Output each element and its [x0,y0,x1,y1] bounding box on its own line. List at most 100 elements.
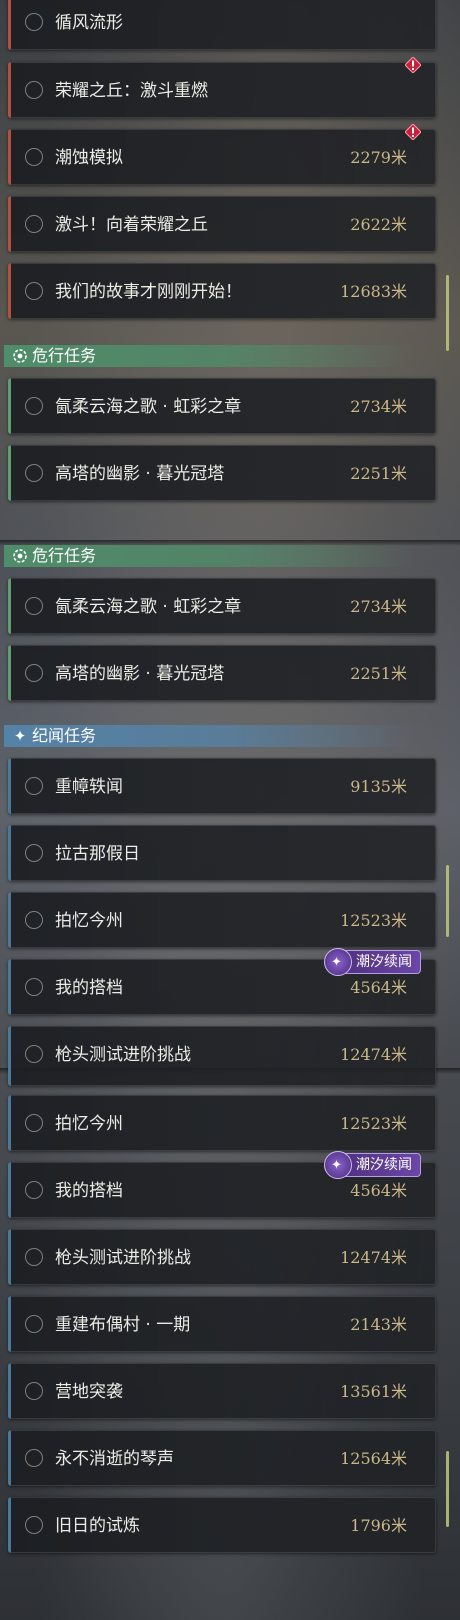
quest-distance: 4564米 [350,978,407,997]
quest-name: 拉古那假日 [55,1068,140,1087]
quest-panel-2: 危行任务 氤柔云海之歌 · 虹彩之章 2734米 高塔的幽影 · 暮光冠塔 22… [0,540,460,1068]
quest-name: 我的搭档 [55,1181,123,1201]
scrollbar-thumb[interactable] [446,1451,449,1527]
quest-item[interactable]: 重建布偶村 · 一期 2143米 [8,1296,436,1352]
quest-item[interactable]: 潮汐续闻 我的搭档 4564米 [8,1151,436,1218]
quest-name: 永不消逝的琴声 [55,1449,174,1469]
quest-distance: 12683米 [340,282,407,301]
quest-distance: 12474米 [340,1248,407,1267]
eye-gear-icon [11,547,29,565]
quest-item[interactable]: 枪头测试进阶挑战 12474米 [8,1026,436,1068]
quest-item[interactable]: 拉古那假日 [8,825,436,881]
quest-name: 枪头测试进阶挑战 [55,1248,191,1268]
track-radio[interactable] [25,664,43,682]
quest-item[interactable]: 荣耀之丘：激斗重燃 [8,57,436,118]
quest-name: 重建布偶村 · 一期 [55,1315,191,1335]
quest-distance: 9135米 [350,777,407,796]
quest-item[interactable]: 拍忆今州 12523米 [8,1095,436,1151]
quest-item[interactable]: 重幛轶闻 9135米 [8,758,436,814]
tidal-sparkle-icon [324,1151,352,1179]
quest-item[interactable]: 拉古那假日 [8,1068,436,1086]
quest-item[interactable]: 潮汐续闻 我的搭档 4564米 [8,948,436,1015]
track-radio[interactable] [25,464,43,482]
quest-item[interactable]: 枪头测试进阶挑战 12474米 [8,1229,436,1285]
quest-distance: 12523米 [340,911,407,930]
quest-distance: 12474米 [340,1045,407,1064]
quest-item[interactable]: 氤柔云海之歌 · 虹彩之章 2734米 [8,378,436,434]
track-radio[interactable] [25,1181,43,1199]
danger-quest-header: 危行任务 [4,545,414,567]
quest-name: 拍忆今州 [55,911,123,931]
quest-name: 激斗！向着荣耀之丘 [55,215,208,235]
quest-distance: 2734米 [350,397,407,416]
chronicle-quest-header: ✦ 纪闻任务 [4,725,414,747]
track-radio[interactable] [25,282,43,300]
track-radio[interactable] [25,1449,43,1467]
track-radio[interactable] [25,1114,43,1132]
quest-item[interactable]: 氤柔云海之歌 · 虹彩之章 2734米 [8,578,436,634]
track-radio[interactable] [25,1382,43,1400]
quest-distance: 12564米 [340,1449,407,1468]
track-radio[interactable] [25,397,43,415]
track-radio[interactable] [25,1045,43,1063]
quest-name: 我们的故事才刚刚开始！ [55,282,242,302]
quest-distance: 4564米 [350,1181,407,1200]
scrollbar-thumb[interactable] [446,275,449,351]
quest-item[interactable]: 永不消逝的琴声 12564米 [8,1430,436,1486]
quest-distance: 13561米 [340,1382,407,1401]
track-radio[interactable] [25,81,43,99]
quest-name: 拉古那假日 [55,844,140,864]
quest-name: 潮蚀模拟 [55,148,123,168]
quest-panel-1: 循风流形 荣耀之丘：激斗重燃 潮蚀模拟 2279米 激斗！向着荣耀之丘 2622… [0,0,460,540]
quest-item[interactable]: 我们的故事才刚刚开始！ 12683米 [8,263,436,319]
quest-name: 旧日的试炼 [55,1516,140,1536]
quest-item[interactable]: 高塔的幽影 · 暮光冠塔 2251米 [8,445,436,501]
header-label: 纪闻任务 [32,726,97,745]
red-diamond-alert-icon [405,124,421,140]
quest-item[interactable]: 激斗！向着荣耀之丘 2622米 [8,196,436,252]
quest-name: 循风流形 [55,13,123,33]
quest-distance: 2622米 [350,215,407,234]
quest-item[interactable]: 高塔的幽影 · 暮光冠塔 2251米 [8,645,436,701]
quest-name: 重幛轶闻 [55,777,123,797]
header-label: 危行任务 [32,546,97,565]
quest-item[interactable]: 旧日的试炼 1796米 [8,1497,436,1553]
quest-distance: 1796米 [350,1516,407,1535]
track-radio[interactable] [25,911,43,929]
red-diamond-alert-icon [405,57,421,73]
quest-item[interactable]: 潮蚀模拟 2279米 [8,124,436,185]
sparkle-icon: ✦ [13,727,27,745]
quest-item[interactable]: 拍忆今州 12523米 [8,892,436,948]
quest-distance: 2143米 [350,1315,407,1334]
track-radio[interactable] [25,978,43,996]
quest-item[interactable]: 营地突袭 13561米 [8,1363,436,1419]
scrollbar-thumb[interactable] [446,865,449,937]
quest-item[interactable]: 循风流形 [8,0,436,50]
quest-distance: 2251米 [350,664,407,683]
quest-name: 氤柔云海之歌 · 虹彩之章 [55,397,242,417]
quest-name: 拍忆今州 [55,1114,123,1134]
track-radio[interactable] [25,1315,43,1333]
track-radio[interactable] [25,215,43,233]
quest-distance: 2251米 [350,464,407,483]
danger-quest-header: 危行任务 [4,345,414,367]
track-radio[interactable] [25,777,43,795]
quest-distance: 12523米 [340,1114,407,1133]
track-radio[interactable] [25,1516,43,1534]
header-label: 危行任务 [32,346,97,365]
eye-gear-icon [11,347,29,365]
quest-distance: 2734米 [350,597,407,616]
quest-name: 营地突袭 [55,1382,123,1402]
track-radio[interactable] [25,844,43,862]
tidal-sparkle-icon [324,948,352,976]
quest-distance: 2279米 [350,148,407,167]
quest-name: 氤柔云海之歌 · 虹彩之章 [55,597,242,617]
quest-name: 荣耀之丘：激斗重燃 [55,81,208,101]
track-radio[interactable] [25,1248,43,1266]
quest-name: 枪头测试进阶挑战 [55,1045,191,1065]
track-radio[interactable] [25,148,43,166]
quest-name: 我的搭档 [55,978,123,998]
quest-name: 高塔的幽影 · 暮光冠塔 [55,664,225,684]
track-radio[interactable] [25,597,43,615]
track-radio[interactable] [25,13,43,31]
